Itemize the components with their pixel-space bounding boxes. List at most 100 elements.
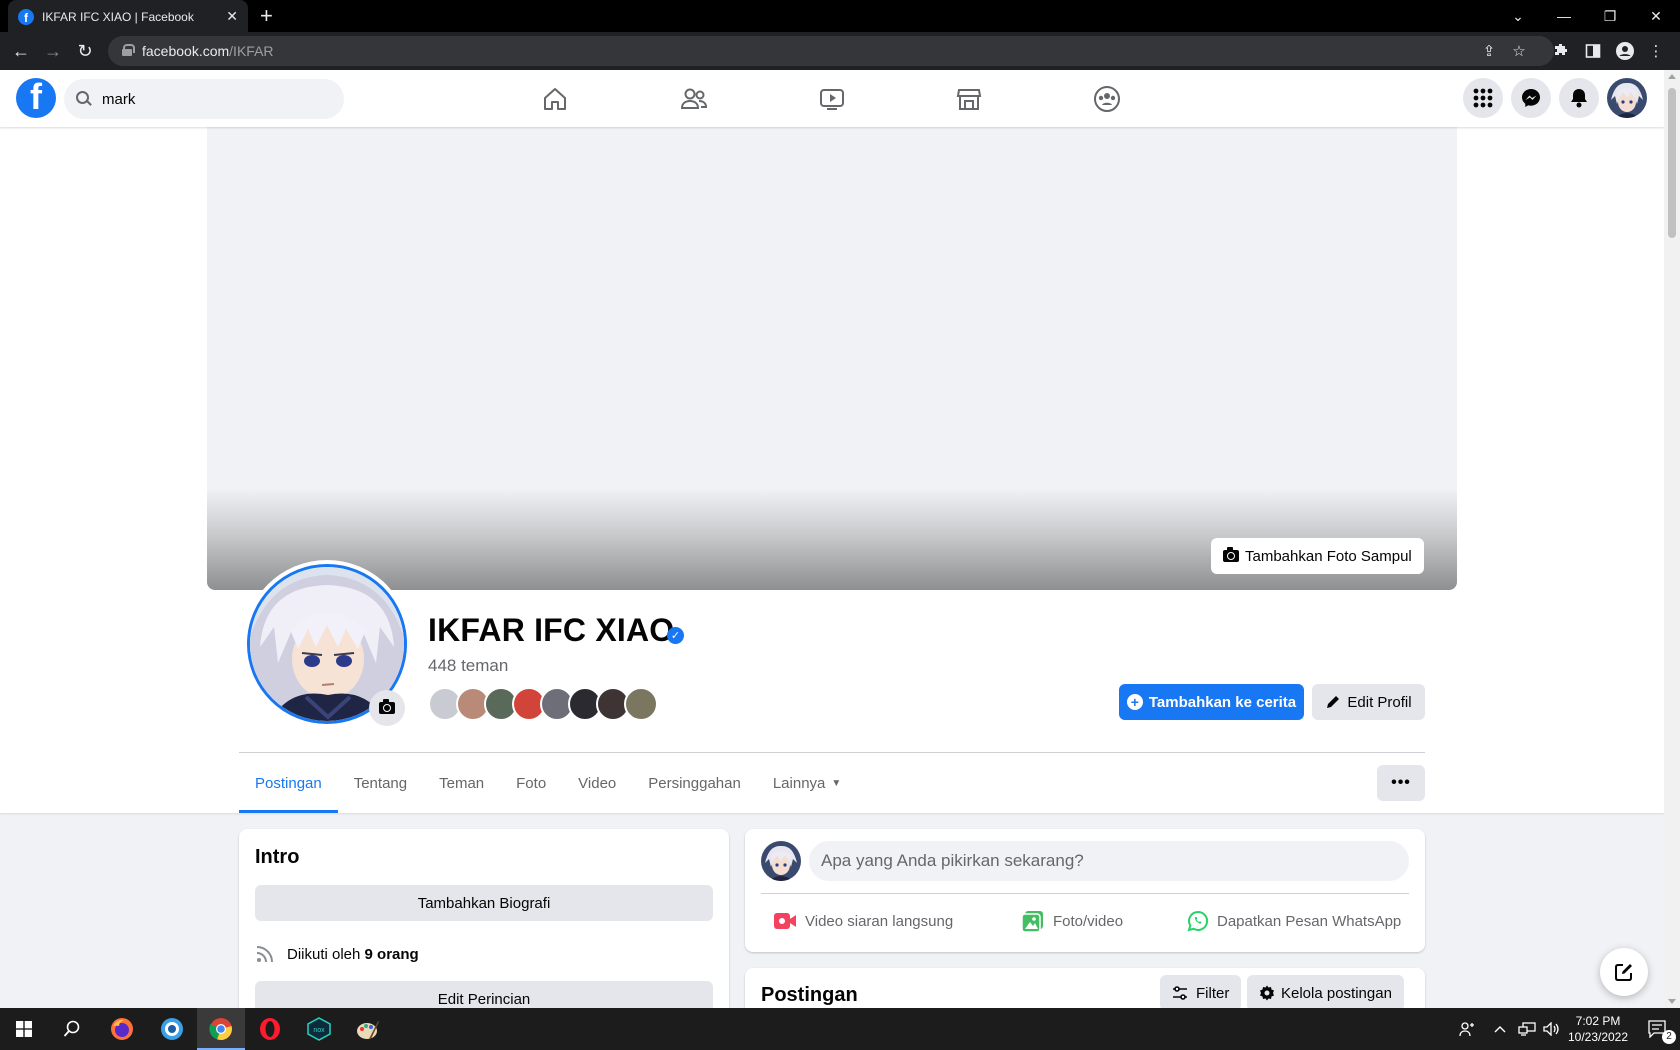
manage-posts-button[interactable]: Kelola postingan [1247,975,1404,1011]
add-cover-photo-label: Tambahkan Foto Sampul [1245,547,1412,565]
tab-check-ins[interactable]: Persinggahan [632,753,757,813]
nav-groups[interactable] [1052,70,1162,127]
tab-friends[interactable]: Teman [423,753,500,813]
start-button[interactable] [0,1008,48,1050]
photo-video-button[interactable]: Foto/video [1021,901,1123,941]
facebook-favicon-icon: f [18,8,34,25]
composer-avatar[interactable] [761,841,801,881]
add-to-story-button[interactable]: + Tambahkan ke cerita [1119,684,1304,720]
share-icon[interactable]: ⇪ [1478,40,1500,62]
scrollbar-thumb[interactable] [1668,88,1676,238]
groups-icon [1094,85,1120,112]
whats-on-your-mind-input[interactable]: Apa yang Anda pikirkan sekarang? [809,841,1409,881]
action-center-button[interactable]: 2 [1638,1008,1678,1050]
chrome-icon [209,1018,232,1041]
windows-logo-icon [16,1021,32,1037]
app-blue[interactable] [148,1008,196,1050]
compose-icon [1615,964,1632,981]
photo-video-label: Foto/video [1053,912,1124,930]
browser-tab[interactable]: f IKFAR IFC XIAO | Facebook ✕ [8,0,248,33]
followed-by-count[interactable]: 9 orang [365,946,419,963]
facebook-logo-icon[interactable]: f [16,78,56,118]
friends-count[interactable]: 448 teman [428,656,508,676]
followed-by-label: Diikuti oleh [287,945,361,963]
profile-icon[interactable] [1614,40,1636,62]
side-panel-icon[interactable] [1582,40,1604,62]
live-video-button[interactable]: Video siaran langsung [773,901,953,941]
plus-icon: + [1126,694,1143,710]
profile-tabs: Postingan Tentang Teman Foto Video Persi… [239,753,857,813]
nav-watch[interactable] [777,70,887,127]
add-to-story-label: Tambahkan ke cerita [1148,693,1297,711]
paint-app[interactable] [344,1008,392,1050]
page-scrollbar[interactable] [1664,70,1680,1008]
tab-more[interactable]: Lainnya ▼ [757,753,857,813]
scroll-down-icon[interactable] [1668,999,1676,1004]
lock-icon [122,44,135,56]
chevron-up-icon [1494,1026,1506,1033]
camera-icon [379,699,395,714]
new-tab-button[interactable]: + [260,4,273,28]
firefox-app[interactable] [98,1008,146,1050]
menu-button[interactable] [1463,78,1503,118]
whatsapp-button[interactable]: Dapatkan Pesan WhatsApp [1187,901,1401,941]
caret-down-icon: ▼ [831,777,842,789]
network-icon[interactable] [1515,1008,1539,1050]
filter-icon [1173,986,1187,1000]
search-box[interactable] [64,79,344,119]
svg-text:nox: nox [313,1027,325,1034]
intro-title: Intro [255,846,300,868]
scroll-up-icon[interactable] [1668,74,1676,79]
friend-avatar[interactable] [624,687,658,721]
extensions-icon[interactable] [1550,40,1572,62]
account-avatar[interactable] [1607,78,1647,118]
nav-marketplace[interactable] [914,70,1024,127]
address-bar[interactable]: facebook.com/IKFAR ⇪ ☆ [108,36,1554,66]
windows-taskbar: nox 7:02 PM 10/23/2022 2 [0,1008,1680,1050]
close-tab-icon[interactable]: ✕ [226,8,238,25]
restore-icon[interactable]: ❐ [1587,0,1633,32]
minimize-icon[interactable]: — [1541,0,1587,32]
tab-search-icon[interactable]: ⌄ [1495,0,1541,32]
tab-about[interactable]: Tentang [338,753,423,813]
nox-icon: nox [307,1017,331,1041]
forward-icon[interactable]: → [40,38,66,64]
app-blue-icon [161,1018,183,1040]
add-bio-button[interactable]: Tambahkan Biografi [255,885,713,921]
update-profile-picture-button[interactable] [369,690,405,726]
tab-videos[interactable]: Video [562,753,632,813]
nav-home[interactable] [500,70,610,127]
show-hidden-icons[interactable] [1490,1008,1510,1050]
add-cover-photo-button[interactable]: Tambahkan Foto Sampul [1211,538,1424,574]
more-options-button[interactable]: ••• [1377,765,1425,801]
tab-photos[interactable]: Foto [500,753,562,813]
search-input[interactable] [102,90,322,108]
messenger-button[interactable] [1511,78,1551,118]
opera-app[interactable] [246,1008,294,1050]
browser-menu-icon[interactable]: ⋮ [1645,40,1667,62]
friends-icon [680,88,708,109]
friends-avatar-pile[interactable] [428,687,658,721]
chrome-app[interactable] [197,1008,245,1050]
new-message-button[interactable] [1600,948,1648,996]
back-icon[interactable]: ← [8,38,34,64]
notifications-icon [1571,89,1587,108]
system-clock[interactable]: 7:02 PM 10/23/2022 [1558,1013,1638,1045]
reload-icon[interactable]: ↻ [72,38,98,64]
gear-icon [1260,985,1274,1001]
people-icon[interactable] [1455,1008,1479,1050]
filter-button[interactable]: Filter [1160,975,1242,1011]
close-window-icon[interactable]: ✕ [1633,0,1679,32]
taskbar-search-button[interactable] [48,1008,96,1050]
paint-icon [357,1021,379,1039]
pencil-icon [1327,696,1340,708]
nox-app[interactable]: nox [295,1008,343,1050]
edit-profile-button[interactable]: Edit Profil [1312,684,1425,720]
messenger-icon [1522,89,1540,107]
notifications-button[interactable] [1559,78,1599,118]
profile-name: IKFAR IFC XIAO [428,612,675,648]
bookmark-star-icon[interactable]: ☆ [1508,40,1530,62]
tab-posts[interactable]: Postingan [239,753,338,813]
home-icon [544,87,566,110]
nav-friends[interactable] [639,70,749,127]
